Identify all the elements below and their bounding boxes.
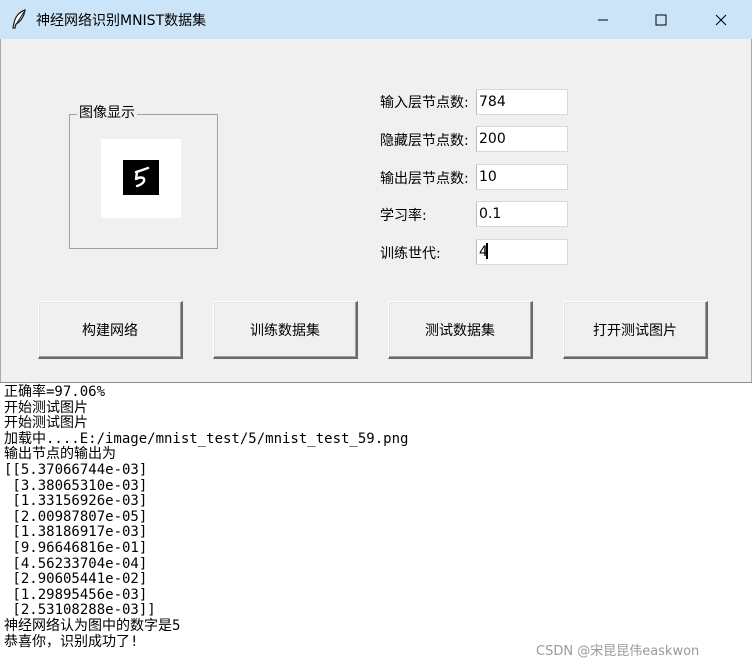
feather-icon xyxy=(10,9,28,29)
close-button[interactable] xyxy=(692,0,750,39)
title-bar: 神经网络识别MNIST数据集 xyxy=(0,0,752,39)
open-test-image-button[interactable]: 打开测试图片 xyxy=(563,301,708,359)
text-caret xyxy=(485,243,488,259)
output-nodes-label: 输出层节点数: xyxy=(380,171,469,187)
digit-image xyxy=(123,160,159,195)
log-line: 正确率=97.06% xyxy=(4,384,106,400)
input-nodes-value: 784 xyxy=(479,94,506,110)
log-line: [2.90605441e-02] xyxy=(4,571,148,588)
log-line: [9.96646816e-01] xyxy=(4,540,148,556)
input-nodes-field[interactable]: 784 xyxy=(476,89,568,115)
log-line: [1.29895456e-03] xyxy=(4,586,148,603)
log-output[interactable]: 正确率=97.06% 开始测试图片 开始测试图片 加载中....E:/image/mn… xyxy=(0,382,752,665)
epochs-field[interactable]: 4 xyxy=(476,239,568,265)
maximize-button[interactable] xyxy=(632,0,690,39)
learning-rate-value: 0.1 xyxy=(479,206,502,222)
output-nodes-field[interactable]: 10 xyxy=(476,164,568,190)
log-line: [3.38065310e-03] xyxy=(4,477,148,494)
log-line: 加载中....E:/image/mnist_test/5/mnist_test_… xyxy=(4,430,409,447)
log-line: [1.33156926e-03] xyxy=(4,493,148,510)
image-display-label: 图像显示 xyxy=(77,105,137,121)
open-test-image-label: 打开测试图片 xyxy=(593,322,677,339)
maximize-icon xyxy=(655,14,667,26)
window-title: 神经网络识别MNIST数据集 xyxy=(36,13,207,29)
hidden-nodes-value: 200 xyxy=(479,131,506,147)
log-line: 开始测试图片 xyxy=(4,415,88,432)
log-line: [[5.37066744e-03] xyxy=(4,462,148,478)
train-dataset-button[interactable]: 训练数据集 xyxy=(213,301,358,359)
epochs-label: 训练世代: xyxy=(380,246,441,262)
learning-rate-label: 学习率: xyxy=(380,208,427,224)
log-line: [4.56233704e-04] xyxy=(4,555,148,572)
log-line: 输出节点的输出为 xyxy=(4,446,116,463)
log-line: 开始测试图片 xyxy=(4,399,88,416)
close-icon xyxy=(715,14,727,26)
train-dataset-label: 训练数据集 xyxy=(250,322,320,339)
log-line: [1.38186917e-03] xyxy=(4,524,148,541)
build-network-button[interactable]: 构建网络 xyxy=(38,301,183,359)
log-line: 恭喜你，识别成功了! xyxy=(4,633,139,650)
input-nodes-label: 输入层节点数: xyxy=(380,95,469,111)
test-dataset-label: 测试数据集 xyxy=(425,322,495,339)
hidden-nodes-field[interactable]: 200 xyxy=(476,126,568,152)
learning-rate-field[interactable]: 0.1 xyxy=(476,201,568,227)
hidden-nodes-label: 隐藏层节点数: xyxy=(380,133,469,149)
minimize-icon xyxy=(597,14,609,26)
log-line: 神经网络认为图中的数字是5 xyxy=(4,618,181,634)
build-network-label: 构建网络 xyxy=(82,322,138,339)
log-line: [2.53108288e-03]] xyxy=(4,602,156,619)
log-line: [2.00987807e-05] xyxy=(4,508,148,525)
output-nodes-value: 10 xyxy=(479,169,497,185)
minimize-button[interactable] xyxy=(574,0,632,39)
watermark: CSDN @宋昆昆伟easkwon xyxy=(536,644,700,659)
test-dataset-button[interactable]: 测试数据集 xyxy=(388,301,533,359)
